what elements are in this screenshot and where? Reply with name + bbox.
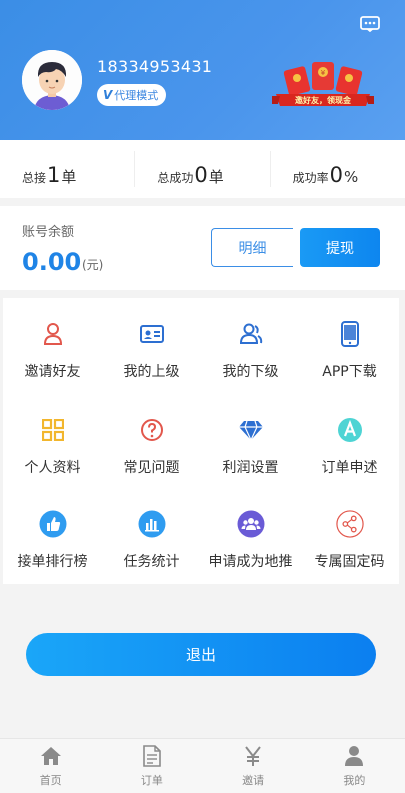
balance-amount: 0.00: [22, 248, 82, 276]
agent-mode-badge: V 代理模式: [97, 84, 167, 106]
menu-apply-promoter[interactable]: 申请成为地推: [201, 488, 300, 580]
tab-label: 首页: [39, 774, 62, 787]
menu-label: APP下载: [322, 364, 377, 380]
menu-label: 订单申述: [321, 460, 378, 476]
invite-promo-banner[interactable]: ¥ 邀好友，领现金: [272, 58, 374, 110]
menu-label: 我的下级: [222, 364, 279, 380]
menu-app-download[interactable]: APP下载: [300, 298, 399, 390]
avatar[interactable]: [22, 50, 82, 110]
stat-unit: %: [344, 168, 359, 186]
tab-invite[interactable]: 邀请: [203, 739, 304, 793]
stat-total-success: 总成功 0 单: [135, 151, 271, 187]
tab-mine[interactable]: 我的: [304, 739, 405, 793]
menu-label: 申请成为地推: [208, 554, 293, 570]
stat-label: 成功率: [292, 171, 329, 185]
stat-unit: 单: [208, 168, 224, 186]
logout-button[interactable]: 退出: [26, 633, 376, 676]
vip-icon: V: [103, 88, 113, 102]
tab-home[interactable]: 首页: [0, 739, 101, 793]
order-stats: 总接 1 单 总成功 0 单 成功率 0 %: [0, 140, 405, 198]
menu-fixed-code[interactable]: 专属固定码: [300, 488, 399, 580]
bottom-tab-bar: 首页 订单 邀请 我的: [0, 738, 405, 793]
menu-label: 个人资料: [24, 460, 81, 476]
user-phone: 18334953431: [97, 57, 213, 76]
menu-label: 任务统计: [123, 554, 180, 570]
menu-label: 接单排行榜: [17, 554, 88, 570]
menu-my-superior[interactable]: 我的上级: [102, 298, 201, 390]
menu-faq[interactable]: 常见问题: [102, 394, 201, 486]
group-icon: [237, 510, 265, 538]
stat-value: 0: [329, 163, 344, 187]
stat-label: 总成功: [157, 171, 194, 185]
menu-ranking[interactable]: 接单排行榜: [3, 488, 102, 580]
promo-text: 邀好友，领现金: [295, 96, 351, 105]
withdraw-button[interactable]: 提现: [300, 228, 380, 267]
agent-mode-label: 代理模式: [114, 89, 159, 102]
invite-user-icon: [39, 320, 67, 348]
bar-chart-icon: [138, 510, 166, 538]
avatar-image: [22, 50, 82, 110]
question-icon: [138, 416, 166, 444]
tab-label: 邀请: [242, 774, 265, 787]
menu-label: 常见问题: [123, 460, 180, 476]
menu-profile[interactable]: 个人资料: [3, 394, 102, 486]
detail-button[interactable]: 明细: [211, 228, 293, 267]
id-card-icon: [138, 320, 166, 348]
stat-total-orders: 总接 1 单: [0, 151, 136, 187]
share-icon: [335, 510, 364, 538]
stat-success-rate: 成功率 0 %: [271, 151, 405, 187]
balance-unit: (元): [82, 258, 104, 272]
menu-label: 邀请好友: [24, 364, 81, 380]
stat-label: 总接: [22, 171, 47, 185]
stat-unit: 单: [61, 168, 77, 186]
balance-label: 账号余额: [22, 225, 75, 240]
tab-label: 我的: [343, 774, 366, 787]
menu-label: 利润设置: [222, 460, 279, 476]
stat-value: 0: [194, 163, 208, 187]
document-icon: [141, 745, 163, 767]
users-icon: [237, 320, 265, 348]
menu-order-appeal[interactable]: 订单申述: [300, 394, 399, 486]
yen-icon: [242, 745, 264, 767]
diamond-icon: [237, 416, 265, 444]
stat-value: 1: [47, 163, 61, 187]
phone-icon: [336, 320, 364, 348]
menu-label: 我的上级: [123, 364, 180, 380]
tab-label: 订单: [140, 774, 163, 787]
message-icon[interactable]: [360, 16, 380, 32]
menu-task-stats[interactable]: 任务统计: [102, 488, 201, 580]
tab-orders[interactable]: 订单: [101, 739, 202, 793]
home-icon: [40, 745, 62, 767]
svg-text:¥: ¥: [321, 69, 326, 77]
thumbs-up-icon: [39, 510, 67, 538]
menu-profit-settings[interactable]: 利润设置: [201, 394, 300, 486]
feature-grid: 邀请好友 我的上级 我的下级 APP下载 个人资料 常见问题 利润设置 订单申述…: [3, 298, 399, 584]
menu-invite-friends[interactable]: 邀请好友: [3, 298, 102, 390]
person-icon: [343, 745, 365, 767]
appeal-icon: [336, 416, 364, 444]
grid-icon: [39, 416, 67, 444]
menu-label: 专属固定码: [314, 554, 385, 570]
menu-my-subordinates[interactable]: 我的下级: [201, 298, 300, 390]
